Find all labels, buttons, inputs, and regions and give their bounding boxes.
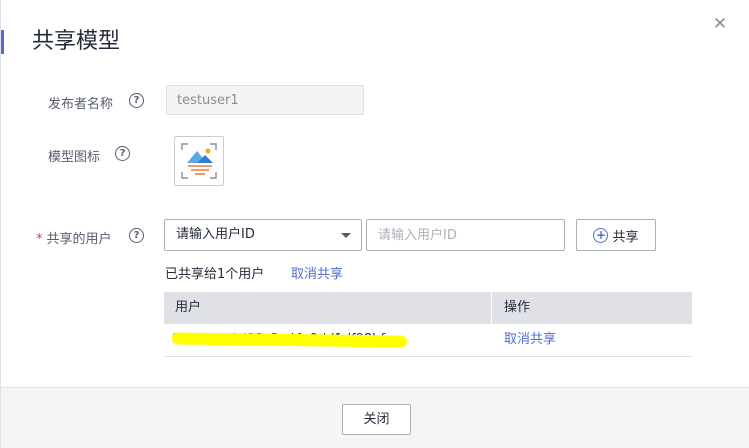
user-id-input[interactable] bbox=[366, 219, 565, 251]
share-model-dialog: 共享模型 ✕ 发布者名称 ? testuser1 模型图标 ? * 共享的用户 ?… bbox=[0, 0, 749, 448]
chevron-down-icon bbox=[341, 233, 351, 238]
user-id-cell: fde3f88d0d33c3cd4c9dd1df98bf bbox=[164, 324, 492, 356]
user-type-select[interactable]: 请输入用户ID bbox=[164, 219, 362, 251]
close-icon[interactable]: ✕ bbox=[711, 14, 729, 34]
shared-users-label-text: 共享的用户 bbox=[46, 232, 112, 247]
column-header-user: 用户 bbox=[164, 292, 492, 324]
share-button[interactable]: + 共享 bbox=[576, 219, 656, 251]
model-icon-preview[interactable] bbox=[174, 136, 224, 186]
dialog-title: 共享模型 bbox=[32, 29, 121, 54]
share-button-label: 共享 bbox=[612, 229, 639, 245]
shared-users-label: * 共享的用户 bbox=[36, 228, 112, 247]
table-row: fde3f88d0d33c3cd4c9dd1df98bf 取消共享 bbox=[164, 324, 692, 357]
model-icon-label: 模型图标 bbox=[48, 150, 101, 165]
cancel-sharing-link[interactable]: 取消共享 bbox=[291, 263, 343, 282]
model-landscape-icon bbox=[181, 143, 217, 179]
shared-users-help-icon[interactable]: ? bbox=[129, 228, 144, 243]
shared-users-table: 用户 操作 fde3f88d0d33c3cd4c9dd1df98bf 取消共享 bbox=[164, 292, 692, 357]
publisher-name-field: testuser1 bbox=[166, 85, 364, 115]
user-type-select-value: 请输入用户ID bbox=[176, 227, 255, 242]
close-button[interactable]: 关闭 bbox=[342, 404, 411, 435]
publisher-help-icon[interactable]: ? bbox=[129, 93, 144, 108]
shared-count-text: 已共享给1个用户 bbox=[165, 267, 265, 282]
plus-circle-icon: + bbox=[593, 227, 609, 243]
required-mark: * bbox=[36, 232, 43, 247]
publisher-label: 发布者名称 bbox=[48, 97, 114, 112]
dialog-footer: 关闭 bbox=[1, 387, 749, 448]
table-header: 用户 操作 bbox=[164, 292, 692, 324]
column-header-action: 操作 bbox=[504, 300, 531, 315]
row-cancel-sharing-link[interactable]: 取消共享 bbox=[504, 332, 556, 347]
title-accent-bar bbox=[1, 30, 4, 54]
model-icon-help-icon[interactable]: ? bbox=[115, 146, 130, 161]
action-cell: 取消共享 bbox=[492, 324, 692, 356]
